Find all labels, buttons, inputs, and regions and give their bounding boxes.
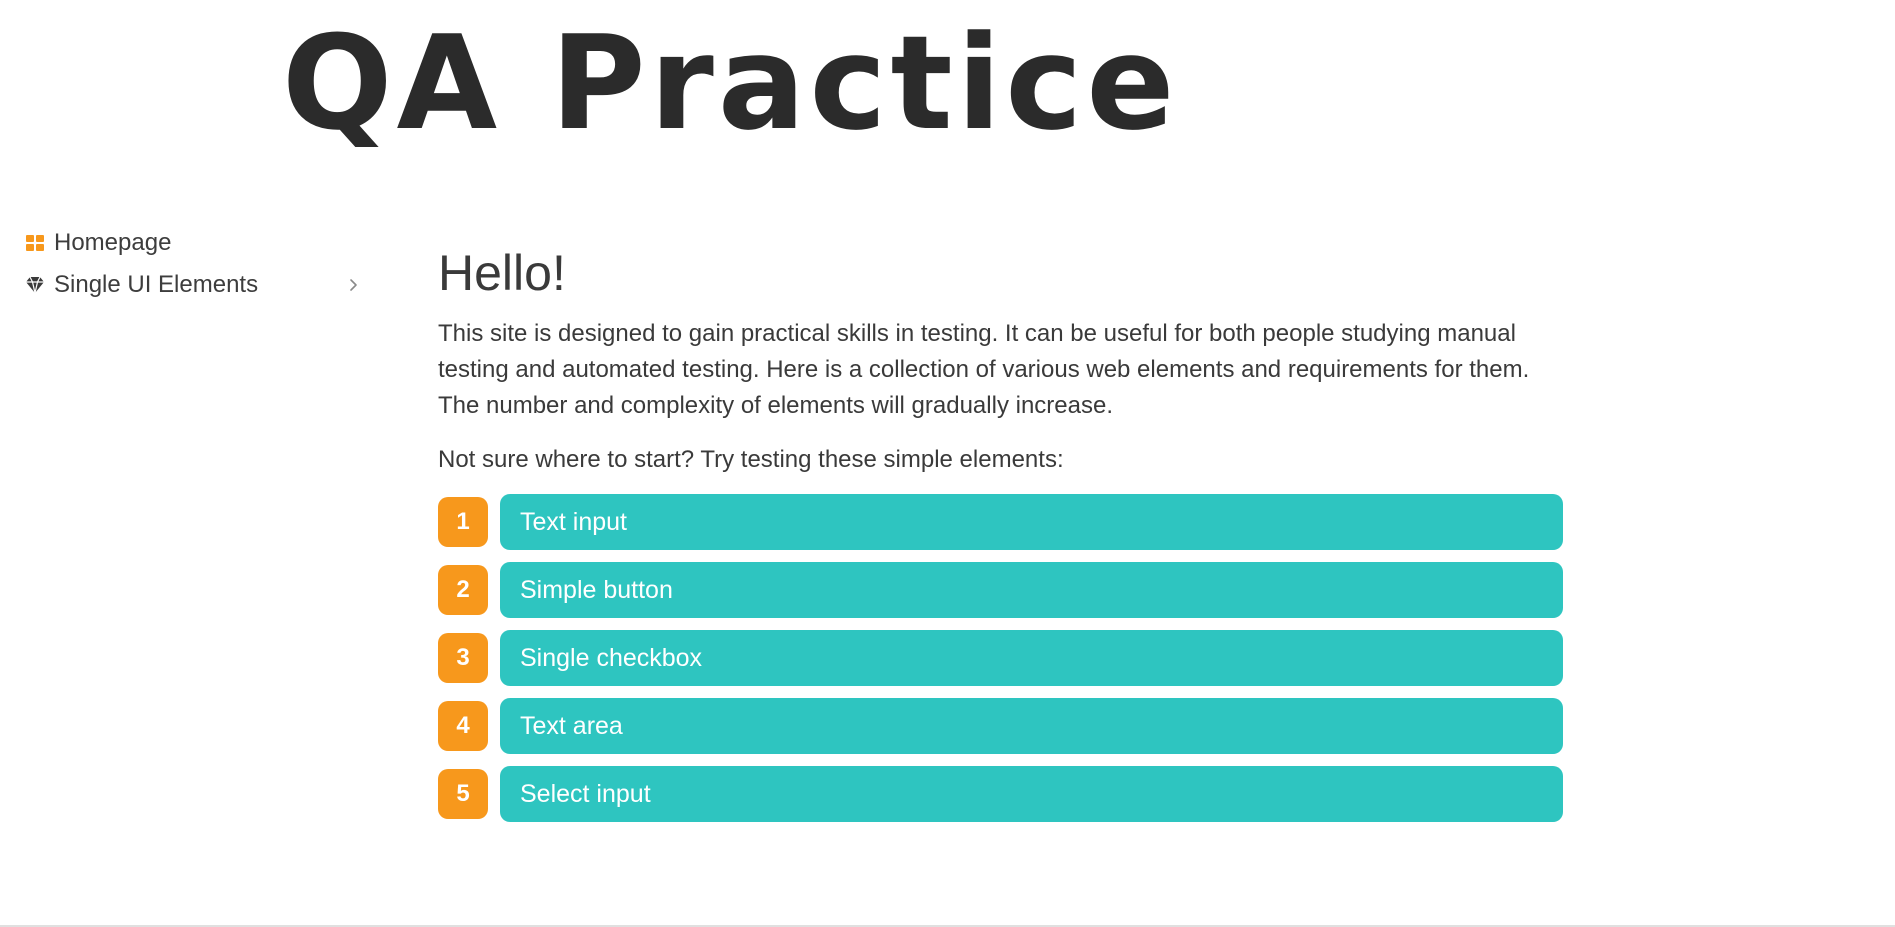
sidebar-nav: Homepage Single UI Elements: [24, 222, 374, 306]
text-area-link[interactable]: Text area: [500, 698, 1563, 754]
list-item: 1 Text input: [438, 494, 1563, 550]
list-item: 2 Simple button: [438, 562, 1563, 618]
number-badge: 3: [438, 633, 488, 683]
list-item: 3 Single checkbox: [438, 630, 1563, 686]
number-badge: 2: [438, 565, 488, 615]
simple-button-link[interactable]: Simple button: [500, 562, 1563, 618]
select-input-link[interactable]: Select input: [500, 766, 1563, 822]
elements-list: 1 Text input 2 Simple button 3 Single ch…: [438, 494, 1563, 822]
main-content: Hello! This site is designed to gain pra…: [438, 238, 1563, 834]
intro-text: This site is designed to gain practical …: [438, 320, 1530, 419]
sidebar-item-single-ui-elements[interactable]: Single UI Elements: [24, 264, 374, 306]
list-item: 4 Text area: [438, 698, 1563, 754]
number-badge: 5: [438, 769, 488, 819]
text-input-link[interactable]: Text input: [500, 494, 1563, 550]
sidebar-item-label: Single UI Elements: [54, 271, 259, 298]
grid-icon: [24, 232, 46, 254]
site-logo[interactable]: QA Practice: [282, 18, 1182, 148]
number-badge: 1: [438, 497, 488, 547]
sidebar-item-label: Homepage: [54, 229, 172, 256]
number-badge: 4: [438, 701, 488, 751]
list-item: 5 Select input: [438, 766, 1563, 822]
single-checkbox-link[interactable]: Single checkbox: [500, 630, 1563, 686]
page-title: Hello!: [438, 245, 566, 301]
sidebar-item-homepage[interactable]: Homepage: [24, 222, 374, 264]
chevron-right-icon[interactable]: [344, 275, 364, 295]
diamond-icon: [24, 274, 46, 296]
prompt-text: Not sure where to start? Try testing the…: [438, 446, 1064, 473]
